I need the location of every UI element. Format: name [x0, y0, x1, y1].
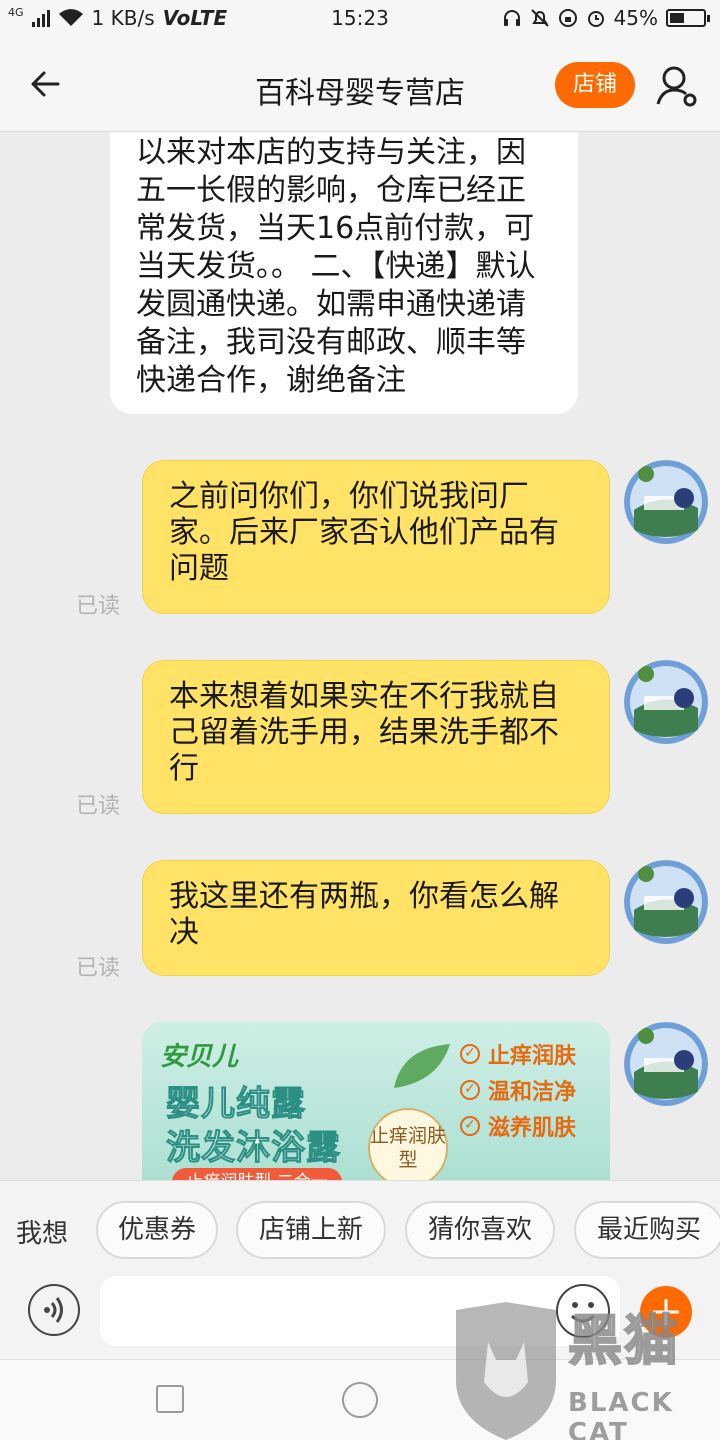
product-feature: ✓ 温和洁净: [460, 1074, 576, 1106]
avatar[interactable]: [624, 860, 708, 944]
product-feature: ✓ 止痒润肤: [460, 1038, 576, 1070]
user-settings-icon: [656, 66, 697, 107]
product-badge: 止痒润肤型: [368, 1108, 448, 1180]
product-name-line1: 婴儿纯露: [166, 1084, 306, 1125]
mute-icon: [530, 9, 549, 27]
product-image-message[interactable]: 安贝儿 婴儿纯露 洗发沐浴露 ✓止痒润肤 ✓温和洁净 ✓滋养肌肤 止痒润肤型 止…: [142, 1022, 610, 1180]
check-icon: ✓: [460, 1044, 480, 1064]
battery-fill: [670, 13, 685, 23]
check-icon: ✓: [460, 1116, 480, 1136]
suggestion-label: 我想: [16, 1219, 69, 1249]
avatar[interactable]: [624, 460, 708, 544]
alarm-icon: [587, 11, 604, 27]
rotation-lock-icon: [558, 9, 577, 27]
outgoing-message-bubble: 我这里还有两瓶，你看怎么解决: [142, 860, 610, 976]
chat-area[interactable]: 以来对本店的支持与关注，因五一长假的影响，仓库已经正常发货，当天16点前付款，可…: [0, 132, 720, 1180]
home-button[interactable]: [342, 1382, 378, 1418]
avatar[interactable]: [624, 1022, 708, 1106]
incoming-message-bubble: 以来对本店的支持与关注，因五一长假的影响，仓库已经正常发货，当天16点前付款，可…: [110, 132, 578, 414]
back-button[interactable]: [24, 60, 72, 108]
outgoing-message-bubble: 之前问你们，你们说我问厂家。后来厂家否认他们产品有问题: [142, 460, 610, 614]
avatar-image: [624, 860, 708, 944]
recent-apps-button[interactable]: [156, 1385, 184, 1413]
voice-input-button[interactable]: [28, 1284, 80, 1336]
quick-suggestion-bar: 我想 优惠券 店铺上新 猜你喜欢 最近购买: [0, 1180, 720, 1276]
back-arrow-icon: [31, 71, 60, 97]
message-input[interactable]: [100, 1276, 620, 1346]
check-icon: ✓: [460, 1080, 480, 1100]
battery-icon: [666, 9, 710, 27]
system-nav-bar: [0, 1360, 720, 1440]
smiley-icon: [570, 1302, 596, 1323]
avatar[interactable]: [624, 660, 708, 744]
read-status: 已读: [76, 794, 121, 819]
profile-settings-button[interactable]: [652, 62, 702, 112]
avatar-image: [624, 660, 708, 744]
shop-button[interactable]: 店铺: [555, 62, 635, 108]
headset-icon: [503, 10, 520, 26]
status-bar: 4G 1 KB/s VoLTE 15:23 45%: [0, 0, 720, 36]
read-status: 已读: [76, 956, 121, 981]
emoji-button[interactable]: [556, 1284, 610, 1338]
outgoing-message-bubble: 本来想着如果实在不行我就自己留着洗手用，结果洗手都不行: [142, 660, 610, 814]
avatar-image: [624, 1022, 708, 1106]
voice-icon: [44, 1297, 63, 1323]
message-input-bar: [0, 1276, 720, 1360]
avatar-image: [624, 460, 708, 544]
status-right: 45%: [502, 6, 710, 30]
chip-recent-purchase[interactable]: 最近购买: [574, 1201, 720, 1259]
product-name-line2: 洗发沐浴露: [166, 1128, 341, 1169]
product-feature: ✓ 滋养肌肤: [460, 1110, 576, 1142]
battery-percent: 45%: [613, 6, 658, 30]
chip-guess-you-like[interactable]: 猜你喜欢: [405, 1201, 555, 1259]
plus-icon: [653, 1299, 679, 1325]
chip-coupon[interactable]: 优惠券: [96, 1201, 218, 1259]
leaf-icon: [394, 1044, 450, 1088]
chip-new-arrivals[interactable]: 店铺上新: [236, 1201, 386, 1259]
more-actions-button[interactable]: [640, 1286, 692, 1338]
product-brand: 安贝儿: [160, 1042, 239, 1072]
product-strip: 止痒润肤型 二合一: [172, 1168, 342, 1180]
read-status: 已读: [76, 594, 121, 619]
chat-header: 百科母婴专营店 店铺: [0, 36, 720, 132]
